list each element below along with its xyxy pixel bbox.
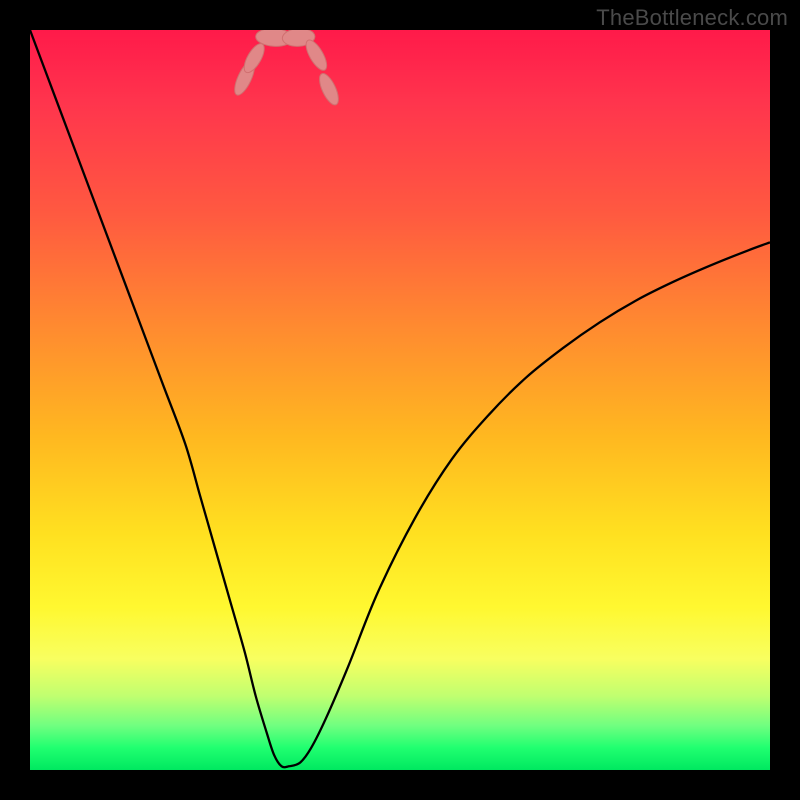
watermark-label: TheBottleneck.com: [596, 5, 788, 31]
bottleneck-curve: [30, 30, 770, 767]
valley-lobes: [231, 30, 342, 107]
chart-frame: TheBottleneck.com: [0, 0, 800, 800]
plot-area: [30, 30, 770, 770]
curve-svg: [30, 30, 770, 770]
lobe: [302, 37, 331, 73]
lobe: [316, 71, 342, 107]
